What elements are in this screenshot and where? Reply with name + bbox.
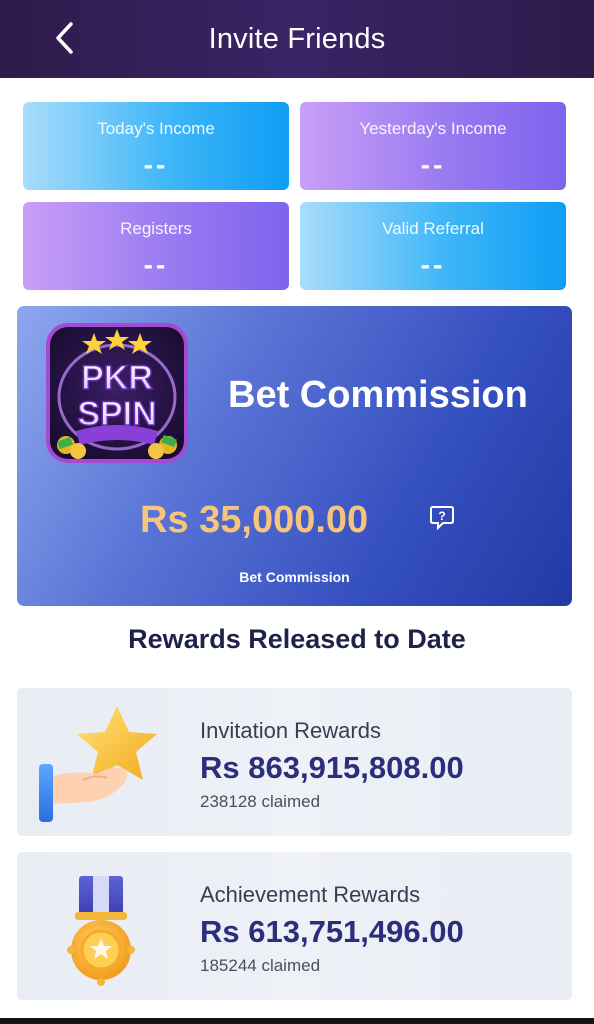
question-bubble-icon[interactable]: ? — [429, 504, 455, 532]
stat-card-yesterdays-income: Yesterday's Income -- — [300, 102, 566, 190]
stat-value: -- — [143, 149, 169, 180]
back-button[interactable] — [44, 16, 84, 60]
reward-card-invitation: Invitation Rewards Rs 863,915,808.00 238… — [17, 688, 572, 836]
commission-amount: Rs 35,000.00 — [140, 499, 369, 541]
hand-star-icon — [37, 700, 167, 824]
stat-card-todays-income: Today's Income -- — [23, 102, 289, 190]
commission-title: Bet Commission — [228, 374, 528, 416]
reward-claimed: 185244 claimed — [200, 956, 321, 975]
pkr-spin-logo: PKR SPIN — [46, 323, 188, 463]
stat-value: -- — [143, 249, 169, 280]
reward-amount: Rs 613,751,496.00 — [200, 914, 464, 949]
reward-card-achievement: Achievement Rewards Rs 613,751,496.00 18… — [17, 852, 572, 1000]
stat-label: Valid Referral — [382, 219, 484, 238]
stat-label: Today's Income — [97, 119, 215, 138]
chevron-left-icon — [56, 22, 73, 54]
stat-label: Yesterday's Income — [359, 119, 507, 138]
stat-card-registers: Registers -- — [23, 202, 289, 290]
commission-subtitle: Bet Commission — [239, 569, 350, 585]
stat-value: -- — [420, 149, 446, 180]
bottom-edge — [0, 1018, 594, 1024]
svg-text:?: ? — [438, 509, 445, 523]
reward-amount: Rs 863,915,808.00 — [200, 750, 464, 785]
stat-label: Registers — [120, 219, 192, 238]
stat-value: -- — [420, 249, 446, 280]
rewards-section-title: Rewards Released to Date — [128, 624, 466, 654]
page-title: Invite Friends — [208, 22, 386, 55]
reward-name: Achievement Rewards — [200, 882, 421, 907]
reward-name: Invitation Rewards — [200, 718, 381, 743]
bet-commission-card: PKR SPIN Bet Commission Rs 35,000.00 ? B… — [17, 306, 572, 606]
top-bar: Invite Friends — [0, 0, 594, 78]
medal-icon — [37, 864, 167, 988]
stat-card-valid-referral: Valid Referral -- — [300, 202, 566, 290]
reward-claimed: 238128 claimed — [200, 792, 321, 811]
logo-text-top: PKR — [81, 359, 153, 397]
